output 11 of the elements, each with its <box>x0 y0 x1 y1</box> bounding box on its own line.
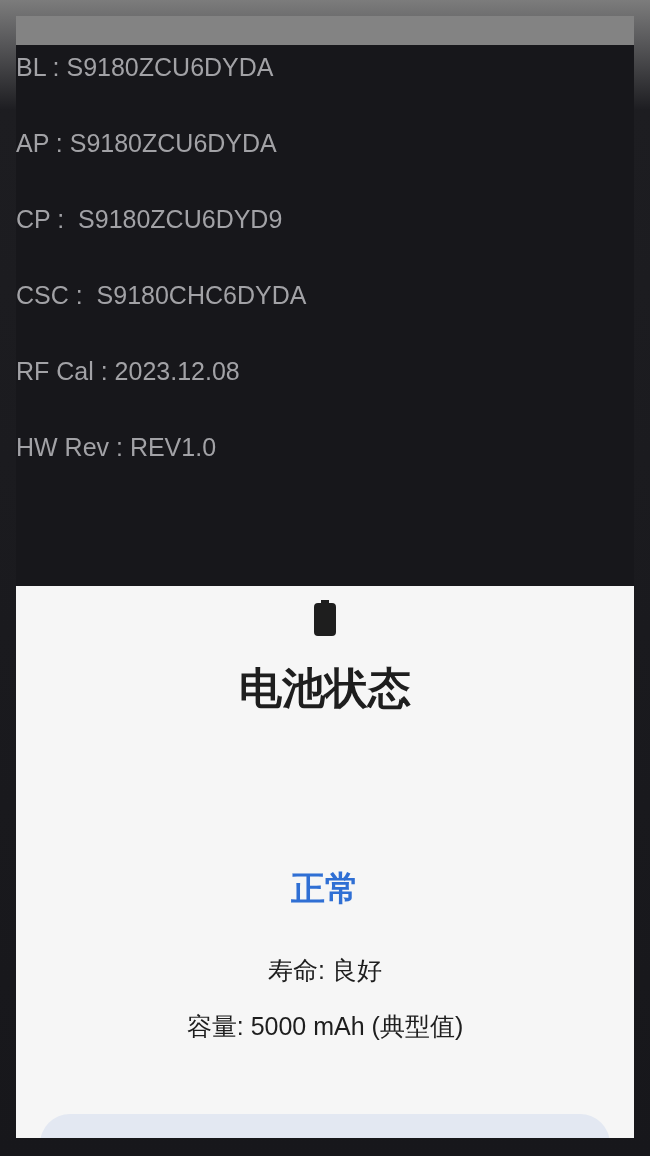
info-line: CP : S9180ZCU6DYD9 <box>16 204 283 235</box>
info-line: RF Cal : 2023.12.08 <box>16 356 240 387</box>
card-title: 电池状态 <box>239 663 411 714</box>
info-line: HW Rev : REV1.0 <box>16 432 217 463</box>
info-line: BL : S9180ZCU6DYDA <box>16 52 274 83</box>
info-line: CSC : S9180CHC6DYDA <box>16 280 307 311</box>
status-text: 正常 <box>291 868 359 909</box>
detail-text: 容量: 5000 mAh (典型值) <box>186 1011 464 1042</box>
battery-icon <box>313 600 337 636</box>
info-line: AP : S9180ZCU6DYDA <box>16 128 277 159</box>
detail-text: 寿命: 良好 <box>268 955 382 986</box>
